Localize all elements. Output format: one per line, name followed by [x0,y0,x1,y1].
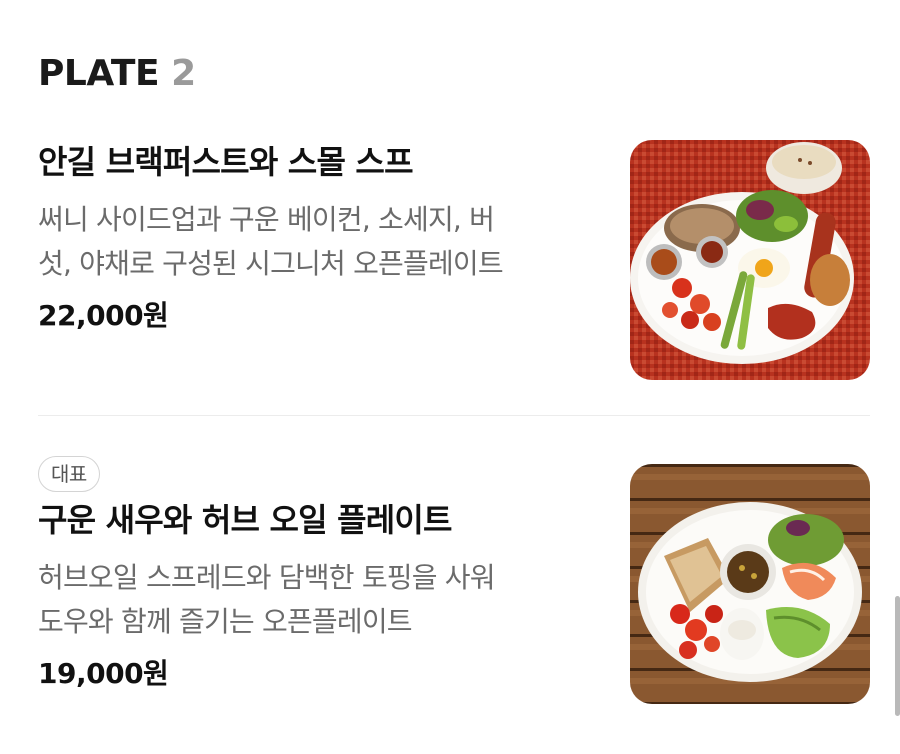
menu-item-description-line: 도우와 함께 즐기는 오픈플레이트 [38,605,413,638]
shrimp-plate-image [630,464,870,704]
menu-item-photo[interactable] [630,140,870,380]
menu-item-name: 안길 브랙퍼스트와 스몰 스프 [38,143,414,181]
signature-badge: 대표 [38,456,100,492]
menu-page: PLATE 2 안길 브랙퍼스트와 스몰 스프 써니 사이드업과 구운 베이컨,… [0,0,900,754]
menu-item-text: 대표 구운 새우와 허브 오일 플레이트 허브오일 스프레드와 담백한 토핑을 … [38,456,598,694]
menu-item-description-line: 허브오일 스프레드와 담백한 토핑을 사워 [38,561,496,594]
menu-item-description: 허브오일 스프레드와 담백한 토핑을 사워 도우와 함께 즐기는 오픈플레이트 [38,556,598,644]
divider [38,415,870,416]
menu-item-photo[interactable] [630,464,870,704]
menu-item-description: 써니 사이드업과 구운 베이컨, 소세지, 버 섯, 야채로 구성된 시그니처 … [38,198,598,286]
section-title: PLATE 2 [38,50,196,98]
menu-item-price: 22,000원 [38,299,169,332]
scrollbar[interactable] [895,596,900,716]
menu-item-name: 구운 새우와 허브 오일 플레이트 [38,501,452,539]
menu-item-shrimp-plate[interactable]: 대표 구운 새우와 허브 오일 플레이트 허브오일 스프레드와 담백한 토핑을 … [38,456,870,706]
menu-item-breakfast[interactable]: 안길 브랙퍼스트와 스몰 스프 써니 사이드업과 구운 베이컨, 소세지, 버 … [38,140,870,380]
menu-item-price: 19,000원 [38,657,169,690]
menu-item-description-line: 섯, 야채로 구성된 시그니처 오픈플레이트 [38,247,504,280]
section-title-label: PLATE [38,53,160,94]
menu-item-description-line: 써니 사이드업과 구운 베이컨, 소세지, 버 [38,203,495,236]
section-number: 2 [171,53,196,94]
menu-item-text: 안길 브랙퍼스트와 스몰 스프 써니 사이드업과 구운 베이컨, 소세지, 버 … [38,140,598,336]
breakfast-plate-image [630,140,870,380]
